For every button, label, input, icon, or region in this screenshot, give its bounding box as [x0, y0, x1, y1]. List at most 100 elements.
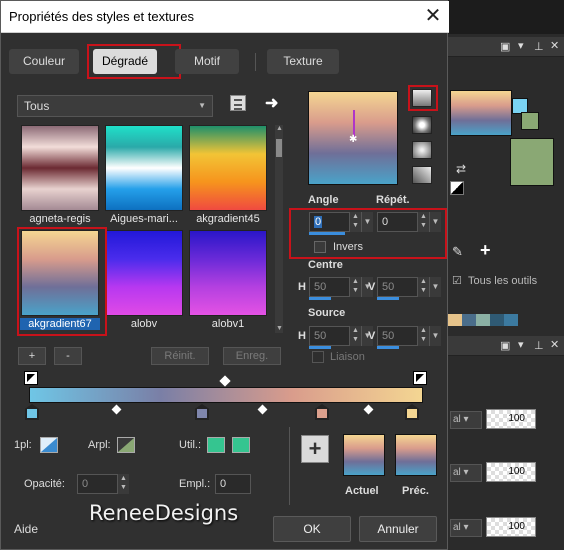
- ok-button[interactable]: OK: [273, 516, 351, 542]
- add-swatch-icon[interactable]: +: [480, 240, 491, 261]
- scroll-down-icon[interactable]: ▼: [276, 325, 283, 332]
- panel-pin-icon[interactable]: ⊥: [534, 40, 544, 53]
- previous-label: Préc.: [402, 485, 429, 497]
- opacity-midpoint[interactable]: [219, 375, 231, 387]
- user-color-picker[interactable]: [232, 437, 250, 453]
- layers-window-icon[interactable]: ▣: [500, 339, 510, 352]
- centre-v-dropdown-icon[interactable]: ▼: [429, 277, 441, 297]
- color-stop[interactable]: [25, 404, 39, 420]
- layer-row[interactable]: al ▾ 100: [448, 407, 564, 433]
- centre-h-spinner[interactable]: ▲ ▼: [349, 277, 361, 297]
- link-checkbox[interactable]: [312, 351, 324, 363]
- source-v-spinner[interactable]: ▲ ▼: [417, 326, 429, 346]
- previous-swatch[interactable]: [395, 434, 437, 476]
- cancel-button[interactable]: Annuler: [359, 516, 437, 542]
- highlight-box-selected-gradient: [17, 227, 107, 336]
- layer-row[interactable]: al ▾ 100: [448, 515, 564, 541]
- background-color-swatch[interactable]: [510, 138, 554, 186]
- color-stop[interactable]: [195, 404, 209, 420]
- layer-opacity-input[interactable]: 100: [486, 517, 536, 537]
- invert-checkbox[interactable]: [314, 241, 326, 253]
- repeat-dropdown-icon[interactable]: ▼: [429, 212, 441, 232]
- remove-gradient-button[interactable]: -: [54, 347, 82, 365]
- tab-motif[interactable]: Motif: [175, 49, 239, 74]
- eyedropper-icon[interactable]: ✎: [452, 244, 463, 260]
- color-midpoint[interactable]: [111, 404, 122, 415]
- gradient-tile[interactable]: [189, 230, 267, 316]
- panel-close-icon[interactable]: ✕: [550, 39, 559, 52]
- chevron-down-icon: ▼: [198, 101, 206, 110]
- source-v-slider[interactable]: [377, 346, 399, 349]
- gradient-preview[interactable]: ✱: [308, 91, 398, 185]
- color-midpoint[interactable]: [257, 404, 268, 415]
- help-link[interactable]: Aide: [14, 522, 38, 536]
- location-input[interactable]: 0: [215, 474, 251, 494]
- scroll-up-icon[interactable]: ▲: [276, 125, 283, 132]
- angle-slider[interactable]: [309, 232, 345, 235]
- blend-mode-select[interactable]: al ▾: [450, 411, 482, 429]
- radial-style-icon[interactable]: [412, 166, 432, 184]
- user-color-swatch[interactable]: [207, 437, 225, 453]
- layers-close-icon[interactable]: ✕: [550, 338, 559, 351]
- gradient-tile[interactable]: [105, 125, 183, 211]
- source-h-spinner[interactable]: ▲ ▼: [349, 326, 361, 346]
- arrow-right-icon[interactable]: ➜: [265, 93, 278, 113]
- close-icon[interactable]: ✕: [421, 5, 445, 29]
- layer-opacity-input[interactable]: 100: [486, 409, 536, 429]
- all-tools-checkbox[interactable]: ☑: [452, 274, 462, 287]
- foreground-gradient-swatch[interactable]: [450, 90, 512, 136]
- layer-row[interactable]: al ▾ 100: [448, 460, 564, 486]
- add-gradient-button[interactable]: +: [18, 347, 46, 365]
- document-icon[interactable]: [230, 95, 246, 111]
- layers-arrow-icon[interactable]: ▾: [518, 338, 524, 351]
- rectangular-style-icon[interactable]: [412, 116, 432, 134]
- centre-v-slider[interactable]: [377, 297, 399, 300]
- tab-texture[interactable]: Texture: [267, 49, 339, 74]
- swatch-strip[interactable]: [448, 314, 518, 326]
- centre-label: Centre: [308, 259, 343, 271]
- gradient-center-marker[interactable]: ✱: [349, 134, 357, 145]
- angle-spinner[interactable]: ▲ ▼: [349, 212, 361, 232]
- reset-button[interactable]: Réinit.: [151, 347, 209, 365]
- centre-h-slider[interactable]: [309, 297, 331, 300]
- gradient-tile[interactable]: [189, 125, 267, 211]
- angle-dropdown-icon[interactable]: ▼: [361, 212, 373, 232]
- start-opacity-stop[interactable]: [24, 371, 38, 385]
- background-label: Arpl:: [88, 439, 111, 451]
- tab-degrade[interactable]: Dégradé: [93, 49, 157, 74]
- reset-colors-icon[interactable]: [450, 181, 464, 195]
- gradient-tile-label: alobv1: [211, 318, 245, 330]
- sunburst-style-icon[interactable]: [412, 141, 432, 159]
- color-midpoint[interactable]: [363, 404, 374, 415]
- opacity-label: Opacité:: [24, 478, 65, 490]
- repeat-spinner[interactable]: ▲ ▼: [417, 212, 429, 232]
- foreground-stop-icon[interactable]: [40, 437, 58, 453]
- green-color-swatch[interactable]: [521, 112, 539, 130]
- add-to-swatches-button[interactable]: +: [301, 435, 329, 463]
- tab-couleur[interactable]: Couleur: [9, 49, 79, 74]
- linear-style-icon[interactable]: [412, 89, 432, 107]
- color-stop[interactable]: [315, 404, 329, 420]
- gradient-tile[interactable]: [105, 230, 183, 316]
- opacity-spinner[interactable]: ▲ ▼: [117, 474, 129, 494]
- color-stop[interactable]: [405, 404, 419, 420]
- gallery-scroll-thumb[interactable]: [276, 139, 282, 157]
- centre-v-spinner[interactable]: ▲ ▼: [417, 277, 429, 297]
- layer-opacity-input[interactable]: 100: [486, 462, 536, 482]
- background-stop-icon[interactable]: [117, 437, 135, 453]
- panel-window-icon[interactable]: ▣: [500, 40, 510, 53]
- category-select[interactable]: Tous ▼: [17, 95, 213, 117]
- end-opacity-stop[interactable]: [413, 371, 427, 385]
- gradient-editor-bar[interactable]: [29, 387, 423, 403]
- gradient-tile[interactable]: [21, 125, 99, 211]
- source-v-dropdown-icon[interactable]: ▼: [429, 326, 441, 346]
- save-button[interactable]: Enreg.: [223, 347, 281, 365]
- source-h-slider[interactable]: [309, 346, 331, 349]
- current-swatch[interactable]: [343, 434, 385, 476]
- location-label: Empl.:: [179, 478, 211, 490]
- panel-arrow-icon[interactable]: ▾: [518, 39, 524, 52]
- blend-mode-select[interactable]: al ▾: [450, 519, 482, 537]
- swap-colors-icon[interactable]: ⇄: [456, 162, 466, 176]
- blend-mode-select[interactable]: al ▾: [450, 464, 482, 482]
- layers-pin-icon[interactable]: ⊥: [534, 339, 544, 352]
